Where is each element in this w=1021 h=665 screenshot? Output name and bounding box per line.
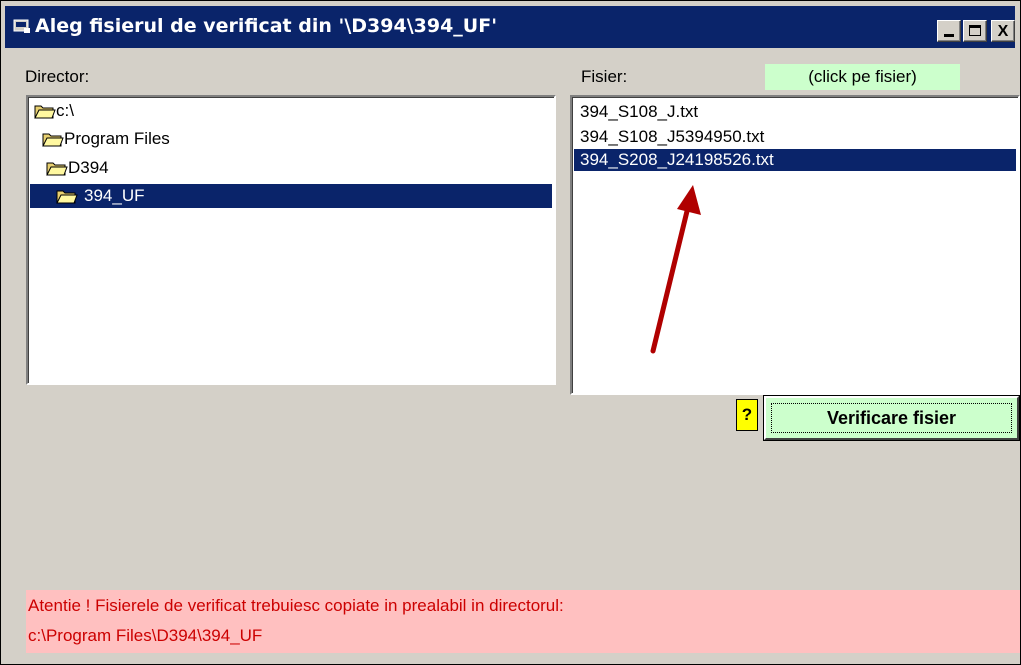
help-button[interactable]: ? (736, 399, 758, 431)
minimize-icon (944, 34, 954, 37)
directory-item-label: 394_UF (84, 186, 145, 205)
window-title: Aleg fisierul de verificat din '\D394\39… (35, 15, 498, 37)
file-click-hint: (click pe fisier) (765, 64, 960, 90)
open-folder-icon (56, 190, 78, 204)
open-folder-icon (34, 105, 56, 119)
directory-list[interactable]: c:\ Program Files D394 394_UF (26, 95, 556, 385)
warning-path: c:\Program Files\D394\394_UF (28, 626, 263, 645)
open-folder-icon (42, 133, 64, 147)
directory-item-c-root[interactable]: c:\ (30, 99, 552, 123)
file-list[interactable]: 394_S108_J.txt 394_S108_J5394950.txt 394… (570, 95, 1020, 395)
directory-item-label: D394 (68, 158, 109, 177)
verify-file-button[interactable]: Verificare fisier (763, 395, 1020, 441)
directory-item-d394[interactable]: D394 (30, 156, 552, 180)
verify-file-label: Verificare fisier (771, 403, 1012, 433)
file-item-selected[interactable]: 394_S208_J24198526.txt (574, 149, 1016, 171)
directory-item-label: c:\ (56, 101, 74, 120)
annotation-arrow (650, 185, 701, 354)
file-item[interactable]: 394_S108_J5394950.txt (574, 126, 1016, 148)
warning-text: Atentie ! Fisierele de verificat trebuie… (28, 596, 564, 615)
fisier-label: Fisier: (581, 67, 628, 86)
warning-message: Atentie ! Fisierele de verificat trebuie… (26, 590, 1020, 653)
file-item[interactable]: 394_S108_J.txt (574, 101, 1016, 123)
maximize-icon (969, 25, 981, 36)
app-icon (13, 19, 30, 33)
directory-item-394-uf[interactable]: 394_UF (30, 184, 552, 208)
dialog-window: Aleg fisierul de verificat din '\D394\39… (0, 0, 1021, 665)
directory-item-program-files[interactable]: Program Files (30, 127, 552, 151)
directory-item-label: Program Files (64, 129, 170, 148)
open-folder-icon (46, 162, 68, 176)
director-label: Director: (25, 67, 90, 86)
maximize-button[interactable] (963, 20, 987, 42)
close-icon: X (997, 23, 1009, 40)
close-button[interactable]: X (991, 20, 1015, 42)
title-bar[interactable]: Aleg fisierul de verificat din '\D394\39… (5, 6, 1015, 48)
minimize-button[interactable] (937, 20, 961, 42)
